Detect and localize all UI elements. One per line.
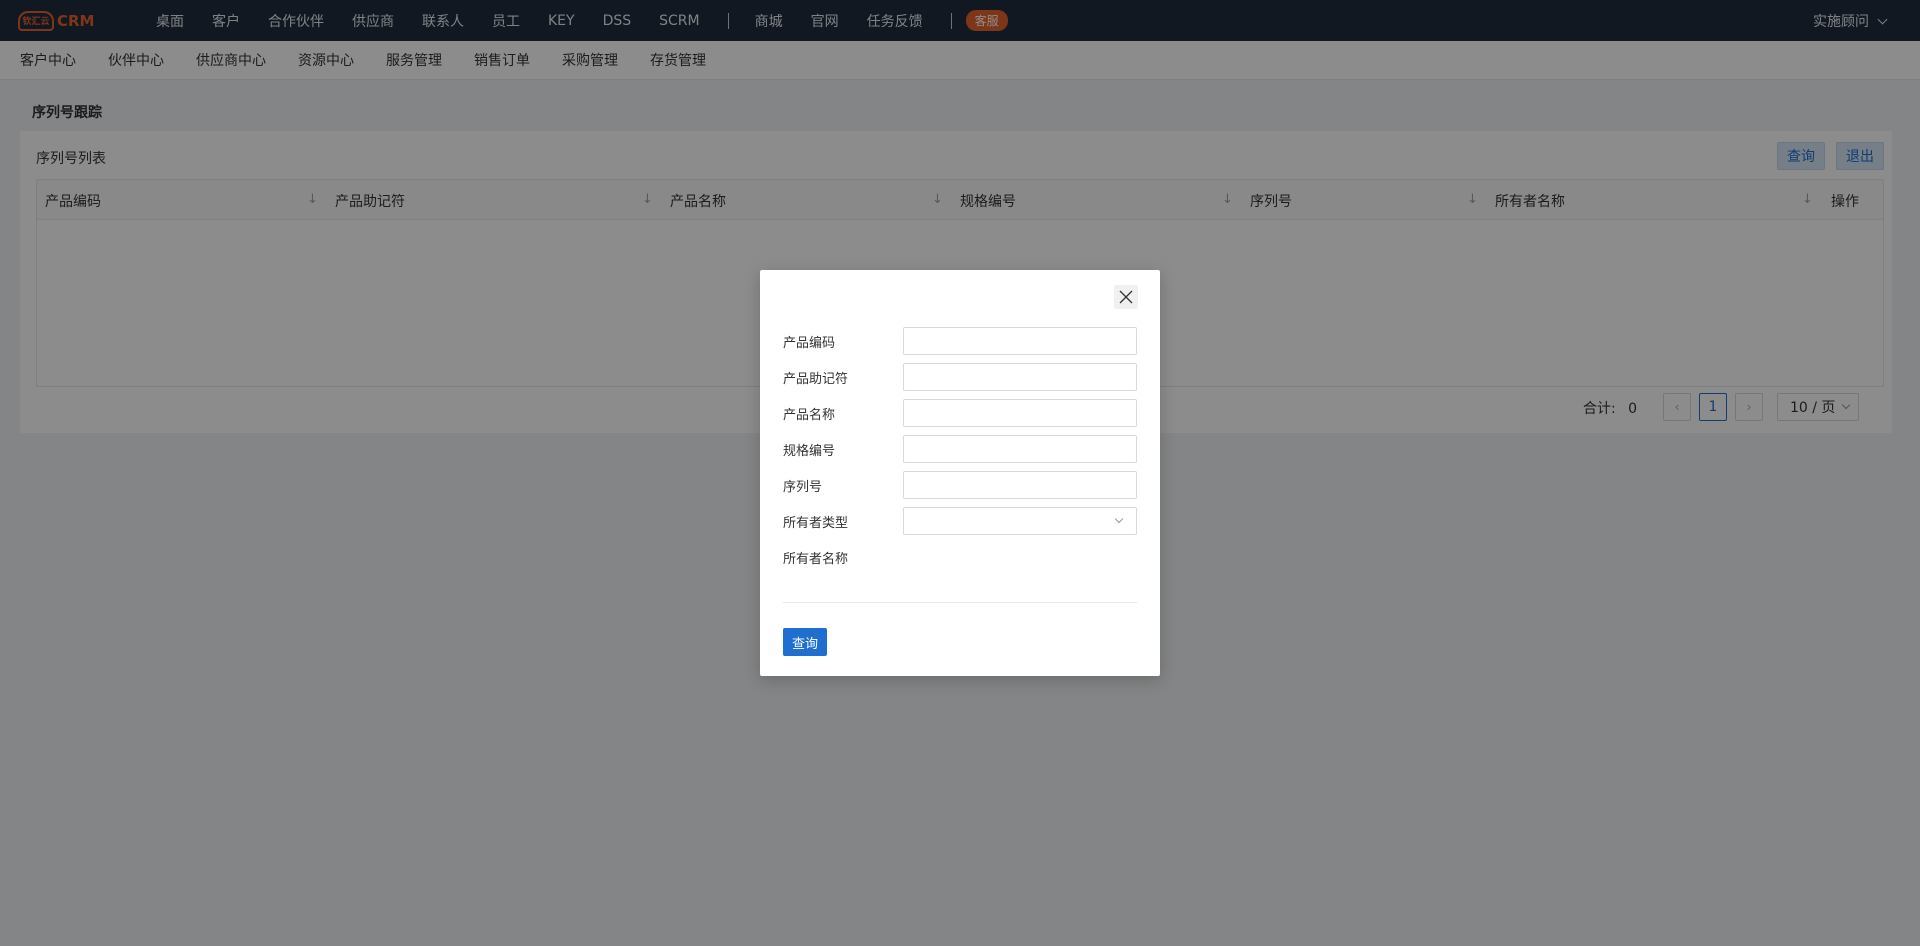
form-row-owner-name: 所有者名称 [783, 543, 1137, 571]
serial-number-input[interactable] [903, 471, 1137, 499]
form-row-owner-type: 所有者类型 [783, 507, 1137, 535]
field-label: 所有者类型 [783, 515, 849, 531]
field-label: 产品编码 [783, 335, 836, 351]
chevron-down-icon [1114, 514, 1124, 524]
field-label: 产品助记符 [783, 371, 849, 387]
product-name-input[interactable] [903, 399, 1137, 427]
product-mnemonic-input[interactable] [903, 363, 1137, 391]
form-row-product-name: 产品名称 [783, 399, 1137, 427]
form-row-serial-number: 序列号 [783, 471, 1137, 499]
form-row-product-mnemonic: 产品助记符 [783, 363, 1137, 391]
close-button[interactable] [1114, 285, 1138, 309]
search-modal: 产品编码 产品助记符 产品名称 规格编号 序列号 所有者类型 所有者名称 查询 [760, 270, 1160, 676]
modal-divider [783, 602, 1137, 603]
product-code-input[interactable] [903, 327, 1137, 355]
field-label: 序列号 [783, 479, 823, 495]
form-row-product-code: 产品编码 [783, 327, 1137, 355]
field-label: 规格编号 [783, 443, 836, 459]
field-label: 产品名称 [783, 407, 836, 423]
submit-query-button[interactable]: 查询 [783, 628, 828, 656]
spec-code-input[interactable] [903, 435, 1137, 463]
form-row-spec-code: 规格编号 [783, 435, 1137, 463]
close-icon [1119, 290, 1133, 304]
field-label: 所有者名称 [783, 551, 849, 567]
owner-type-select[interactable] [903, 507, 1137, 535]
